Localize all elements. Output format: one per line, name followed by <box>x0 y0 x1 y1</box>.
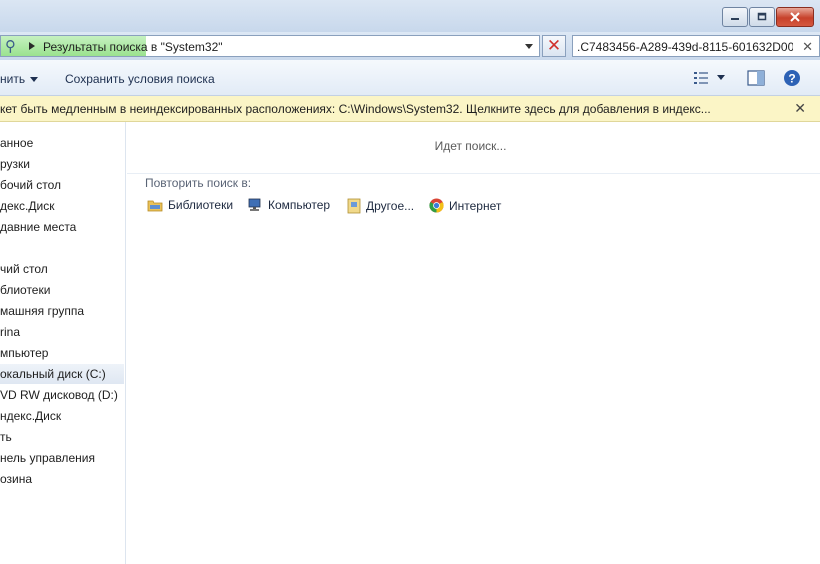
nav-item-downloads[interactable]: рузки <box>0 154 124 174</box>
repeat-search-libraries[interactable]: Библиотеки <box>147 198 233 212</box>
change-view-icon[interactable] <box>693 70 709 86</box>
nav-item-desktop[interactable]: чий стол <box>0 259 124 279</box>
libraries-icon <box>147 200 163 212</box>
results-divider <box>127 173 820 174</box>
svg-text:?: ? <box>788 72 795 86</box>
organize-dropdown-icon <box>30 77 39 83</box>
info-bar-message[interactable]: кет быть медленным в неиндексированных р… <box>0 102 780 116</box>
minimize-button[interactable] <box>722 7 748 27</box>
nav-item-desktop-fav[interactable]: бочий стол <box>0 175 124 195</box>
nav-item-control-panel[interactable]: нель управления <box>0 448 124 468</box>
close-icon <box>790 12 800 22</box>
stop-icon: ✕ <box>546 36 562 55</box>
preview-pane-icon[interactable] <box>747 70 765 86</box>
nav-item-favorites[interactable]: анное <box>0 133 124 153</box>
organize-label: нить <box>0 72 26 86</box>
nav-item-user[interactable]: rina <box>0 322 124 342</box>
breadcrumb: Результаты поиска в "System32" <box>43 40 223 54</box>
navigation-pane: анное рузки бочий стол декс.Диск давние … <box>0 122 126 564</box>
help-icon[interactable]: ? <box>783 69 801 87</box>
address-row: ⚲ Результаты поиска в "System32" ✕ .C748… <box>0 32 820 60</box>
stop-search-button[interactable]: ✕ <box>542 35 566 57</box>
nav-item-dvd-drive-d[interactable]: VD RW дисковод (D:) <box>0 385 124 405</box>
breadcrumb-arrow-icon[interactable] <box>29 42 35 50</box>
search-box[interactable]: .C7483456-A289-439d-8115-601632D005 ✕ <box>572 35 820 57</box>
view-options-dropdown-icon[interactable] <box>716 74 726 82</box>
nav-item-network[interactable]: ть <box>0 427 124 447</box>
nav-item-recent-places[interactable]: давние места <box>0 217 124 237</box>
info-bar-close-icon[interactable]: ✕ <box>794 100 806 117</box>
address-history-dropdown-icon[interactable] <box>525 44 533 49</box>
command-bar: нить Сохранить условия поиска ? <box>0 60 820 96</box>
computer-icon <box>248 198 261 211</box>
repeat-search-computer[interactable]: Компьютер <box>247 198 330 212</box>
nav-item-homegroup[interactable]: машняя группа <box>0 301 124 321</box>
chrome-icon <box>429 198 444 213</box>
custom-folder-icon <box>347 198 361 214</box>
nav-item-local-disk-c[interactable]: окальный диск (C:) <box>0 364 124 384</box>
window-controls <box>721 7 814 27</box>
close-window-button[interactable] <box>776 7 814 27</box>
search-location-icon: ⚲ <box>5 38 16 55</box>
clear-search-icon[interactable]: ✕ <box>802 39 813 55</box>
nav-item-yandex-disk[interactable]: ндекс.Диск <box>0 406 124 426</box>
nav-item-libraries[interactable]: блиотеки <box>0 280 124 300</box>
results-pane: Идет поиск... Повторить поиск в: Библиот… <box>127 122 820 564</box>
repeat-search-internet[interactable]: Интернет <box>429 198 501 213</box>
title-bar <box>0 0 820 32</box>
nav-item-yandex-disk-fav[interactable]: декс.Диск <box>0 196 124 216</box>
repeat-search-label: Повторить поиск в: <box>145 176 252 190</box>
search-input[interactable]: .C7483456-A289-439d-8115-601632D005 <box>577 40 793 54</box>
nav-item-computer[interactable]: мпьютер <box>0 343 124 363</box>
restore-icon <box>757 12 767 21</box>
organize-button[interactable]: нить <box>0 72 39 86</box>
maximize-button[interactable] <box>749 7 775 27</box>
internet-label: Интернет <box>449 198 502 213</box>
libraries-label: Библиотеки <box>168 198 234 212</box>
other-label: Другое... <box>366 199 415 213</box>
indexing-info-bar[interactable]: кет быть медленным в неиндексированных р… <box>0 96 820 122</box>
address-bar[interactable]: ⚲ Результаты поиска в "System32" <box>0 35 540 57</box>
repeat-search-other[interactable]: Другое... <box>347 198 414 214</box>
nav-item-recycle-bin[interactable]: озина <box>0 469 124 489</box>
search-status: Идет поиск... <box>434 139 507 153</box>
minimize-icon <box>731 18 739 20</box>
computer-label: Компьютер <box>268 198 331 212</box>
save-search-button[interactable]: Сохранить условия поиска <box>65 72 215 86</box>
